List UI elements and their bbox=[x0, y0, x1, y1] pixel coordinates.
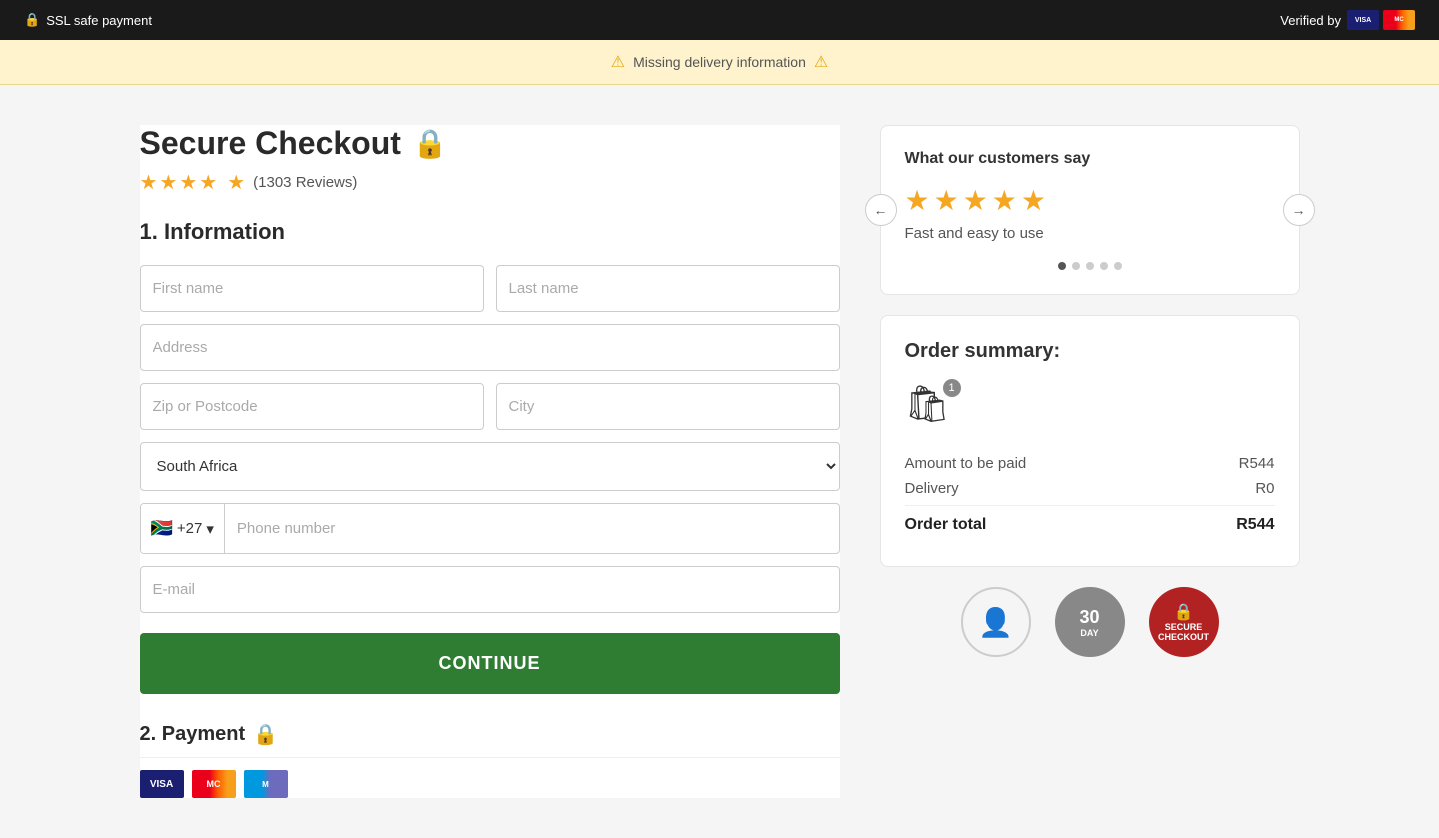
review-count: (1303 Reviews) bbox=[253, 174, 357, 191]
name-row bbox=[140, 265, 840, 312]
rating-stars: ★★★★ bbox=[140, 170, 220, 195]
payment-lock-icon: 🔒 bbox=[253, 722, 278, 747]
secure-sub: CHECKOUT bbox=[1158, 632, 1209, 642]
ssl-text: SSL safe payment bbox=[46, 13, 152, 28]
dot-4 bbox=[1100, 262, 1108, 270]
reviews-card-title: What our customers say bbox=[905, 150, 1275, 168]
flag-icon: 🇿🇦 bbox=[151, 518, 173, 539]
support-badge: 👤 bbox=[961, 587, 1031, 657]
secure-checkout-badge: 🔒 SECURE CHECKOUT bbox=[1149, 587, 1219, 657]
address-input[interactable] bbox=[140, 324, 840, 371]
continue-button[interactable]: CONTINUE bbox=[140, 633, 840, 694]
lock-icon: 🔒 bbox=[24, 12, 40, 28]
zip-city-row bbox=[140, 383, 840, 430]
checkout-title-text: Secure Checkout bbox=[140, 125, 401, 162]
dot-2 bbox=[1072, 262, 1080, 270]
city-input[interactable] bbox=[496, 383, 840, 430]
verified-label: Verified by VISA MC bbox=[1280, 10, 1415, 30]
page-title: Secure Checkout 🔒 bbox=[140, 125, 840, 162]
visa-payment-icon: VISA bbox=[140, 770, 184, 798]
thirty-day-number: 30 bbox=[1079, 607, 1099, 628]
warning-banner: ⚠ Missing delivery information ⚠ bbox=[0, 40, 1439, 85]
email-row bbox=[140, 566, 840, 613]
thirty-day-text: DAY bbox=[1080, 628, 1098, 638]
dot-3 bbox=[1086, 262, 1094, 270]
warning-icon-right: ⚠ bbox=[814, 52, 828, 72]
card-icons: VISA MC bbox=[1347, 10, 1415, 30]
mastercard-payment-icon: MC bbox=[192, 770, 236, 798]
checkout-lock-icon: 🔒 bbox=[413, 127, 448, 160]
maestro-payment-icon: M bbox=[244, 770, 288, 798]
top-bar: 🔒 SSL safe payment Verified by VISA MC bbox=[0, 0, 1439, 40]
mastercard-icon: MC bbox=[1383, 10, 1415, 30]
address-row bbox=[140, 324, 840, 371]
verified-text: Verified by bbox=[1280, 13, 1341, 28]
warning-text: Missing delivery information bbox=[633, 54, 806, 70]
phone-input[interactable] bbox=[225, 506, 839, 551]
payment-section-title: 2. Payment 🔒 bbox=[140, 722, 840, 758]
order-summary-title: Order summary: bbox=[905, 340, 1275, 363]
review-prev-button[interactable]: ← bbox=[865, 194, 897, 226]
last-name-input[interactable] bbox=[496, 265, 840, 312]
delivery-value: R0 bbox=[1255, 480, 1274, 497]
form-section: Secure Checkout 🔒 ★★★★ ★ (1303 Reviews) … bbox=[140, 125, 840, 798]
review-next-button[interactable]: → bbox=[1283, 194, 1315, 226]
reviews-card: What our customers say ★★★★★ Fast and ea… bbox=[880, 125, 1300, 295]
order-item: 🛍 1 bbox=[905, 383, 1275, 435]
phone-wrapper: 🇿🇦 +27 ▾ bbox=[140, 503, 840, 554]
amount-value: R544 bbox=[1239, 455, 1275, 472]
item-count-badge: 1 bbox=[943, 379, 961, 397]
visa-icon: VISA bbox=[1347, 10, 1379, 30]
review-stars: ★★★★★ bbox=[905, 184, 1275, 217]
ssl-label: 🔒 SSL safe payment bbox=[24, 12, 152, 28]
main-container: Secure Checkout 🔒 ★★★★ ★ (1303 Reviews) … bbox=[120, 85, 1320, 838]
country-select[interactable]: South Africa United States United Kingdo… bbox=[140, 442, 840, 491]
order-summary-card: Order summary: 🛍 1 Amount to be paid R54… bbox=[880, 315, 1300, 567]
section-information-title: 1. Information bbox=[140, 219, 840, 245]
half-star: ★ bbox=[227, 170, 245, 195]
dot-1 bbox=[1058, 262, 1066, 270]
warning-icon-left: ⚠ bbox=[611, 52, 625, 72]
payment-title-text: 2. Payment bbox=[140, 723, 246, 746]
dot-5 bbox=[1114, 262, 1122, 270]
bag-icon-wrap: 🛍 1 bbox=[905, 383, 957, 435]
review-text: Fast and easy to use bbox=[905, 225, 1275, 242]
amount-row: Amount to be paid R544 bbox=[905, 455, 1275, 472]
email-input[interactable] bbox=[140, 566, 840, 613]
phone-dropdown-arrow: ▾ bbox=[206, 520, 214, 538]
trust-badges: 👤 30 DAY 🔒 SECURE CHECKOUT bbox=[880, 587, 1300, 657]
delivery-row: Delivery R0 bbox=[905, 480, 1275, 497]
secure-label: SECURE bbox=[1165, 622, 1203, 632]
first-name-input[interactable] bbox=[140, 265, 484, 312]
total-value: R544 bbox=[1236, 516, 1274, 534]
secure-lock-icon: 🔒 bbox=[1174, 602, 1194, 622]
total-label: Order total bbox=[905, 516, 987, 534]
phone-code: +27 bbox=[177, 520, 202, 537]
support-icon: 👤 bbox=[978, 606, 1013, 639]
order-total-row: Order total R544 bbox=[905, 505, 1275, 534]
rating-row: ★★★★ ★ (1303 Reviews) bbox=[140, 170, 840, 195]
zip-input[interactable] bbox=[140, 383, 484, 430]
amount-label: Amount to be paid bbox=[905, 455, 1027, 472]
sidebar: What our customers say ★★★★★ Fast and ea… bbox=[880, 125, 1300, 657]
delivery-label: Delivery bbox=[905, 480, 959, 497]
phone-prefix[interactable]: 🇿🇦 +27 ▾ bbox=[141, 504, 225, 553]
thirty-day-badge: 30 DAY bbox=[1055, 587, 1125, 657]
payment-icons-row: VISA MC M bbox=[140, 770, 840, 798]
review-dots bbox=[905, 262, 1275, 270]
